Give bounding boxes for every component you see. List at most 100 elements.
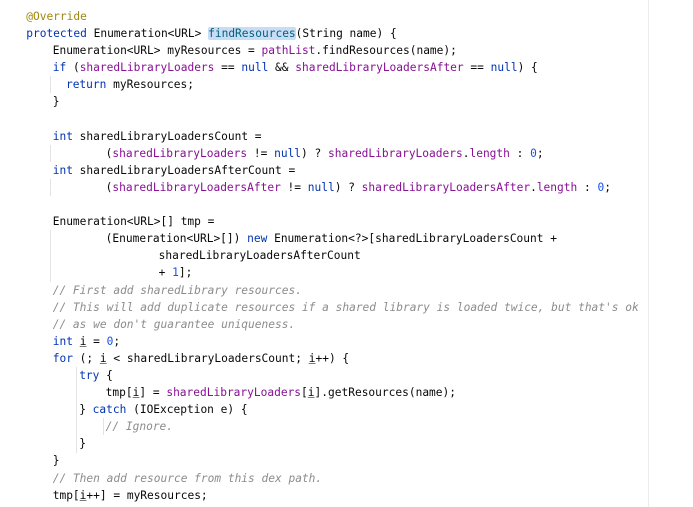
code-token: tmp[: [52, 488, 80, 502]
indent-guide: [49, 76, 51, 94]
code-token: length: [469, 146, 510, 160]
code-token: }: [52, 95, 60, 109]
code-line[interactable]: // Then add resource from this dex path.: [0, 470, 693, 487]
code-token: i: [307, 386, 315, 400]
indent-guide: [49, 230, 51, 282]
code-line[interactable]: try {: [0, 367, 693, 384]
code-token: ;: [536, 146, 544, 160]
code-token: .findResources(name);: [315, 44, 457, 58]
code-token: Enumeration<URL>[] tmp =: [52, 215, 215, 229]
code-token: (IOException e) {: [126, 403, 248, 417]
code-token: sharedLibraryLoadersAfterCount: [158, 249, 361, 263]
code-line[interactable]: }: [0, 452, 693, 469]
code-token: null: [241, 61, 269, 75]
code-token: =: [86, 334, 107, 348]
code-line[interactable]: tmp[i++] = myResources;: [0, 487, 693, 504]
code-token: sharedLibraryLoaders: [112, 146, 248, 160]
code-token: 1: [172, 266, 179, 280]
code-token: sharedLibraryLoadersAfterCount =: [72, 163, 296, 177]
code-lines: @Override protected Enumeration<URL> find…: [0, 8, 693, 504]
code-line[interactable]: + 1];: [0, 264, 693, 281]
code-token: !=: [247, 146, 275, 160]
code-line[interactable]: return myResources;: [0, 76, 693, 93]
code-line[interactable]: (Enumeration<URL>[]) new Enumeration<?>[…: [0, 230, 693, 247]
code-token: // Then add resource from this dex path.: [52, 471, 323, 485]
code-line[interactable]: for (; i < sharedLibraryLoadersCount; i+…: [0, 350, 693, 367]
code-token: &&: [268, 61, 296, 75]
code-line[interactable]: }: [0, 93, 693, 110]
code-token: // First add sharedLibrary resources.: [52, 283, 302, 297]
code-token: @Override: [26, 10, 87, 23]
code-line[interactable]: [0, 196, 693, 213]
code-token: ==: [463, 61, 491, 75]
code-token: ].getResources(name);: [314, 386, 456, 400]
code-token: pathList: [261, 44, 316, 58]
code-token: int: [52, 334, 73, 348]
code-token: // as we don't guarantee uniqueness.: [52, 317, 296, 331]
code-line[interactable]: int sharedLibraryLoadersCount =: [0, 128, 693, 145]
code-token: sharedLibraryLoaders: [79, 61, 215, 75]
code-token: int: [52, 163, 73, 177]
code-token: catch: [92, 403, 127, 417]
code-token: [: [301, 386, 308, 400]
code-token: ];: [178, 266, 193, 280]
code-line[interactable]: [0, 111, 693, 128]
code-token: int: [52, 129, 73, 143]
code-token: Enumeration<URL> myResources =: [52, 44, 262, 58]
code-token: ) ?: [334, 180, 362, 194]
code-line[interactable]: } catch (IOException e) {: [0, 401, 693, 418]
code-token: {: [99, 368, 113, 382]
code-line[interactable]: // Ignore.: [0, 418, 693, 435]
code-line[interactable]: protected Enumeration<URL> findResources…: [0, 25, 693, 42]
code-editor[interactable]: @Override protected Enumeration<URL> find…: [0, 0, 693, 507]
code-line[interactable]: Enumeration<URL> myResources = pathList.…: [0, 42, 693, 59]
code-token: .: [530, 180, 537, 194]
indent-guide: [49, 179, 51, 197]
code-token: tmp[: [105, 386, 133, 400]
code-line[interactable]: sharedLibraryLoadersAfterCount: [0, 247, 693, 264]
code-token: (String name) {: [295, 27, 397, 41]
indent-guide: [49, 144, 51, 162]
code-token: new: [247, 232, 268, 246]
code-token: Enumeration<URL>: [86, 27, 209, 41]
code-token: (;: [72, 351, 100, 365]
code-token: i: [99, 351, 107, 365]
code-line[interactable]: // as we don't guarantee uniqueness.: [0, 316, 693, 333]
code-token: (: [66, 61, 80, 75]
code-token: null: [307, 180, 335, 194]
code-token: }: [79, 403, 93, 417]
code-token: protected: [26, 27, 87, 41]
code-line[interactable]: @Override: [0, 8, 693, 25]
code-line[interactable]: // This will add duplicate resources if …: [0, 299, 693, 316]
code-token: !=: [280, 180, 308, 194]
code-line[interactable]: // First add sharedLibrary resources.: [0, 282, 693, 299]
code-token: myResources;: [106, 78, 194, 92]
code-token: ==: [214, 61, 242, 75]
code-line[interactable]: (sharedLibraryLoaders != null) ? sharedL…: [0, 145, 693, 162]
code-line[interactable]: if (sharedLibraryLoaders == null && shar…: [0, 59, 693, 76]
code-line[interactable]: (sharedLibraryLoadersAfter != null) ? sh…: [0, 179, 693, 196]
code-line[interactable]: Enumeration<URL>[] tmp =: [0, 213, 693, 230]
code-token: sharedLibraryLoadersCount =: [72, 129, 262, 143]
code-token: ) ?: [301, 146, 328, 160]
code-token: sharedLibraryLoadersAfter: [295, 61, 464, 75]
code-token: }: [52, 454, 60, 468]
indent-guide: [102, 418, 104, 436]
code-token: sharedLibraryLoaders: [166, 386, 302, 400]
code-token: for: [52, 351, 73, 365]
code-token: 0: [530, 146, 537, 160]
code-line[interactable]: int sharedLibraryLoadersAfterCount =: [0, 162, 693, 179]
code-token: ) {: [517, 61, 538, 75]
code-line[interactable]: }: [0, 435, 693, 452]
indent-guide: [76, 367, 78, 453]
code-token: Enumeration<?>[sharedLibraryLoadersCount…: [267, 232, 557, 246]
code-line[interactable]: tmp[i] = sharedLibraryLoaders[i].getReso…: [0, 384, 693, 401]
code-token: :: [577, 180, 598, 194]
code-token: ] =: [139, 386, 167, 400]
code-token: findResources: [208, 27, 296, 41]
code-line[interactable]: int i = 0;: [0, 333, 693, 350]
code-token: < sharedLibraryLoadersCount;: [106, 351, 309, 365]
code-token: // This will add duplicate resources if …: [52, 300, 639, 314]
code-token: +: [158, 266, 173, 280]
